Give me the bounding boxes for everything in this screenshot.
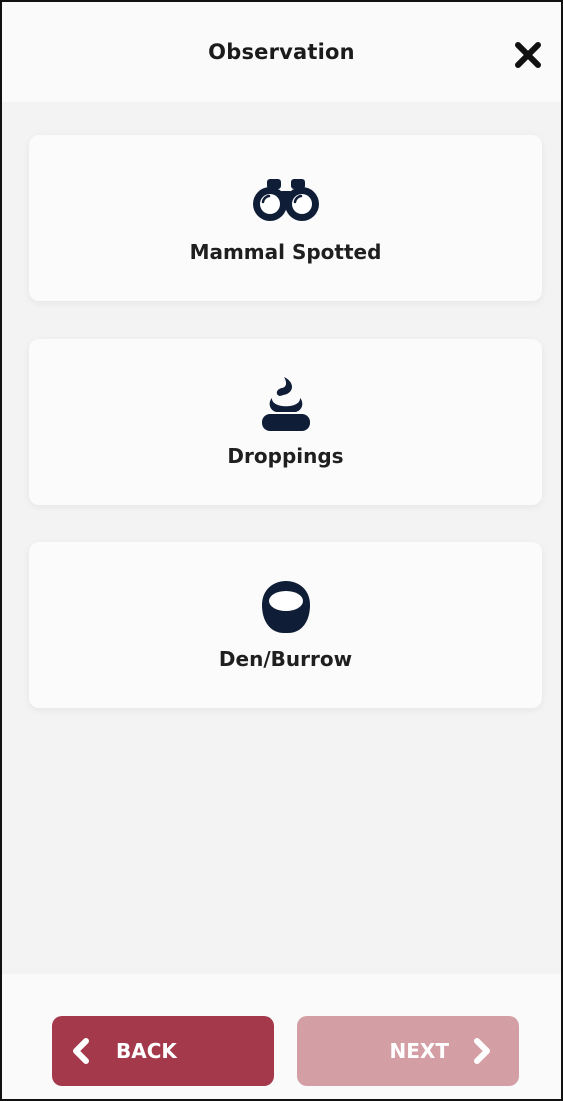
option-droppings[interactable]: Droppings xyxy=(29,339,542,505)
option-label: Den/Burrow xyxy=(218,647,353,671)
back-button[interactable]: BACK xyxy=(52,1016,274,1086)
chevron-left-icon xyxy=(73,1038,89,1064)
close-icon xyxy=(515,42,541,68)
option-den-burrow[interactable]: Den/Burrow xyxy=(29,542,542,708)
option-label: Mammal Spotted xyxy=(189,240,382,264)
option-label: Droppings xyxy=(227,444,344,468)
options-list: Mammal Spotted Droppings Den/Burrow xyxy=(2,102,561,974)
droppings-icon xyxy=(261,377,310,431)
binoculars-icon xyxy=(252,179,319,221)
app-frame: Observation Mammal Spotted Droppings Den… xyxy=(0,0,563,1101)
page-title: Observation xyxy=(208,40,355,64)
close-button[interactable] xyxy=(511,38,545,72)
footer: BACK NEXT xyxy=(2,974,561,1099)
back-button-label: BACK xyxy=(116,1039,177,1063)
chevron-right-icon xyxy=(474,1038,490,1064)
next-button-label: NEXT xyxy=(389,1039,449,1063)
next-button[interactable]: NEXT xyxy=(297,1016,519,1086)
header: Observation xyxy=(2,2,561,102)
option-mammal-spotted[interactable]: Mammal Spotted xyxy=(29,135,542,301)
burrow-icon xyxy=(261,581,310,633)
